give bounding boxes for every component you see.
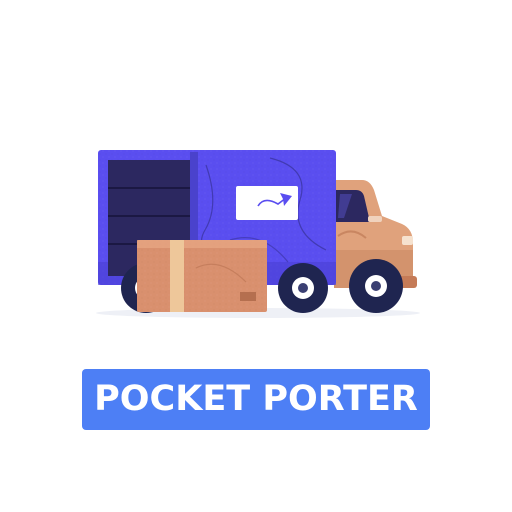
parcel-box-icon xyxy=(137,240,267,312)
box-label xyxy=(240,292,256,301)
brand-banner: POCKET PORTER xyxy=(82,369,430,430)
front-wheel xyxy=(349,259,403,313)
brand-name: POCKET PORTER xyxy=(94,379,418,419)
paper-plane-icon xyxy=(236,186,298,220)
middle-wheel xyxy=(278,263,328,313)
delivery-truck-illustration xyxy=(96,150,420,318)
box-tape xyxy=(170,240,184,312)
headlight xyxy=(402,236,413,245)
app-logo-canvas: POCKET PORTER xyxy=(0,0,512,512)
